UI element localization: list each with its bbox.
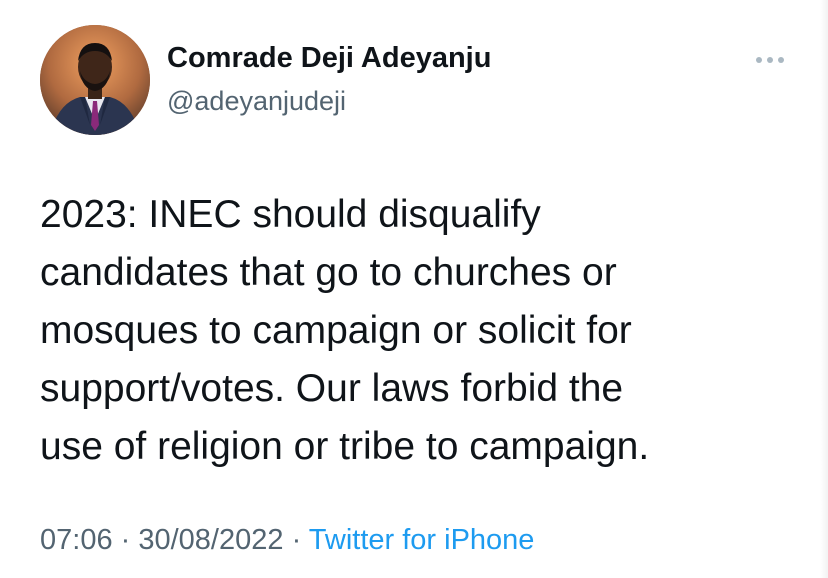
- author-handle[interactable]: @adeyanjudeji: [167, 86, 346, 117]
- tweet-time[interactable]: 07:06: [40, 524, 113, 556]
- meta-separator: ·: [112, 524, 139, 556]
- tweet-card: Comrade Deji Adeyanju @adeyanjudeji 2023…: [0, 0, 828, 578]
- tweet-source-link[interactable]: Twitter for iPhone: [309, 524, 535, 556]
- tweet-meta: 07:06 · 30/08/2022 · Twitter for iPhone: [40, 524, 534, 557]
- screen-edge: [820, 0, 828, 578]
- author-display-name[interactable]: Comrade Deji Adeyanju: [167, 42, 491, 75]
- tweet-text: 2023: INEC should disqualify candidates …: [40, 193, 650, 468]
- more-horizontal-icon[interactable]: [752, 50, 788, 70]
- tweet-date[interactable]: 30/08/2022: [138, 524, 283, 556]
- avatar[interactable]: [40, 25, 150, 135]
- profile-photo-icon: [40, 25, 150, 135]
- meta-separator: ·: [283, 524, 309, 556]
